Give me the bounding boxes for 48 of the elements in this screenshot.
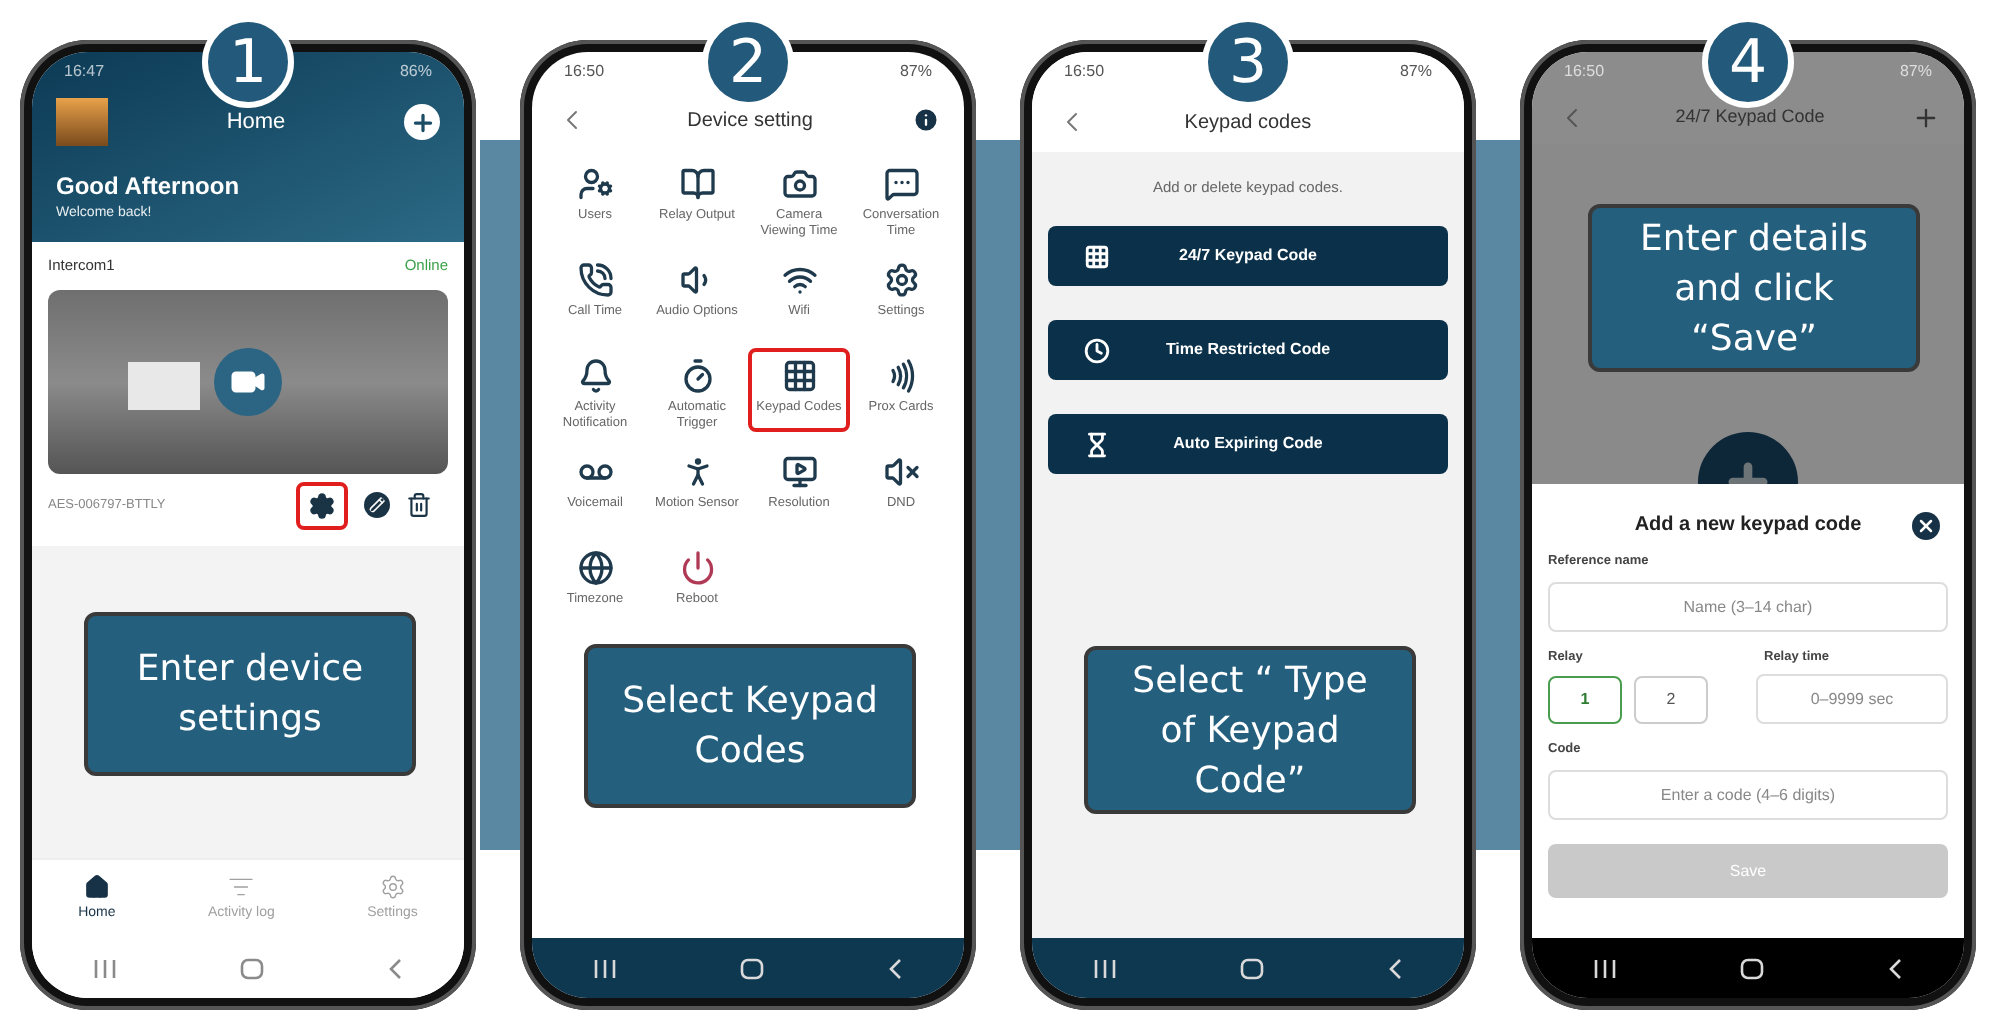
screen-title: Device setting: [687, 107, 813, 135]
step-number-badge: 3: [1202, 16, 1294, 108]
screen-title: Home: [226, 107, 286, 138]
battery-level: 87%: [899, 60, 932, 84]
video-button[interactable]: [214, 347, 282, 415]
instruction-callout: Enter details and click “Save”: [1588, 204, 1920, 372]
relay-time-field[interactable]: 0–9999 sec: [1756, 674, 1948, 725]
keypad-icon: [1084, 243, 1110, 270]
add-icon[interactable]: [1912, 104, 1940, 132]
screen-title: Keypad codes: [1184, 109, 1312, 137]
settings-icon: [308, 491, 336, 519]
keypad-clock-icon: [1084, 337, 1110, 364]
photo-placeholder: [56, 98, 108, 146]
keypad-hourglass-icon: [1084, 431, 1110, 458]
plus-icon: [409, 109, 435, 135]
home-icon: [83, 873, 110, 900]
photo-placeholder: [128, 361, 200, 409]
delete-icon[interactable]: [406, 492, 432, 518]
instruction-callout: Select Keypad Codes: [584, 644, 916, 808]
battery-level: 86%: [399, 60, 432, 84]
list-search-icon: [228, 873, 255, 900]
step-number-badge: 4: [1702, 16, 1794, 108]
battery-level: 87%: [1899, 60, 1932, 84]
step-number-badge: 1: [202, 16, 294, 108]
dialog-title: Add a new keypad code: [1634, 512, 1862, 541]
status-time: 16:50: [1064, 60, 1105, 84]
settings-icon: [379, 873, 406, 900]
instruction-callout: Enter device settings: [84, 612, 416, 776]
screen-title: 24/7 Keypad Code: [1675, 104, 1825, 131]
close-icon[interactable]: [1912, 511, 1940, 540]
code-type-button[interactable]: Auto Expiring Code: [1048, 414, 1448, 475]
instruction-callout: Select “ Type of Keypad Code”: [1084, 646, 1416, 814]
greeting: Good Afternoon: [54, 170, 242, 204]
battery-level: 87%: [1399, 60, 1432, 84]
relay-option[interactable]: 2: [1634, 675, 1708, 724]
info-icon[interactable]: [912, 106, 940, 134]
settings-button[interactable]: [296, 481, 348, 529]
code-field[interactable]: Enter a code (4–6 digits): [1548, 770, 1948, 820]
code-type-button[interactable]: Time Restricted Code: [1048, 320, 1448, 381]
status-time: 16:50: [1564, 60, 1605, 84]
status-time: 16:47: [64, 60, 105, 84]
add-button[interactable]: [404, 104, 440, 140]
code-type-button[interactable]: 24/7 Keypad Code: [1048, 226, 1448, 287]
status-time: 16:50: [564, 60, 605, 84]
reference-name-field[interactable]: Name (3–14 char): [1548, 581, 1948, 631]
relay-option[interactable]: 1: [1548, 675, 1622, 724]
edit-icon[interactable]: [364, 492, 390, 518]
step-number-badge: 2: [702, 16, 794, 108]
